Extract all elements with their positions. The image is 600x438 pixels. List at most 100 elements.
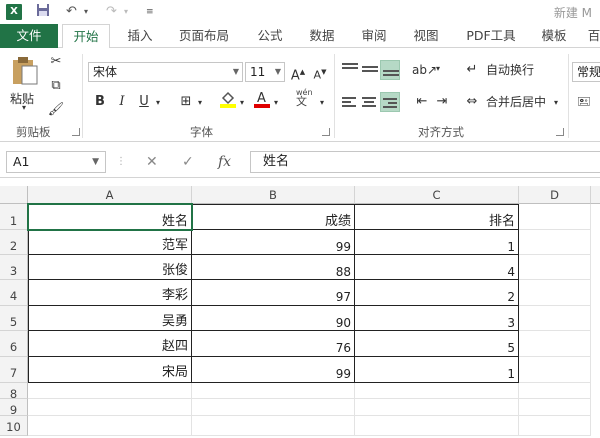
row-header-2[interactable]: 2 <box>0 230 28 255</box>
merge-center-button[interactable]: 合并后居中 <box>486 93 546 111</box>
font-color-dropdown-icon[interactable]: ▾ <box>274 94 278 112</box>
font-name-select[interactable]: 宋体 ▼ <box>88 62 243 82</box>
decrease-indent-icon[interactable]: ⇤ <box>412 92 432 112</box>
align-top-icon[interactable] <box>340 60 360 80</box>
row-header-3[interactable]: 3 <box>0 255 28 280</box>
decrease-font-size-icon[interactable]: A▼ <box>310 62 330 82</box>
cell-d5[interactable] <box>519 306 591 331</box>
column-header-e[interactable] <box>591 186 600 204</box>
redo-icon[interactable]: ↷ <box>106 3 117 21</box>
row-header-8[interactable]: 8 <box>0 383 28 401</box>
wrap-text-icon[interactable]: ↵ <box>462 60 482 80</box>
cell-a3[interactable]: 张俊 <box>28 255 192 280</box>
cell-d9[interactable] <box>519 399 591 416</box>
align-bottom-icon[interactable] <box>380 60 400 80</box>
row-header-10[interactable]: 10 <box>0 416 28 436</box>
cell-a1[interactable]: 姓名 <box>28 204 192 230</box>
cell-b10[interactable] <box>192 416 355 436</box>
cell-b6[interactable]: 76 <box>192 331 355 357</box>
undo-icon[interactable]: ↶ <box>66 3 77 21</box>
cell-a5[interactable]: 吴勇 <box>28 306 192 331</box>
cell-b1[interactable]: 成绩 <box>192 204 355 230</box>
underline-dropdown-icon[interactable]: ▾ <box>156 94 160 112</box>
cell-d1[interactable] <box>519 204 591 230</box>
cell-c6[interactable]: 5 <box>355 331 519 357</box>
tab-review[interactable]: 审阅 <box>352 24 396 48</box>
column-header-a[interactable]: A <box>28 186 192 204</box>
cell-a8[interactable] <box>28 383 192 399</box>
clipboard-launcher-icon[interactable] <box>72 128 80 136</box>
tab-data[interactable]: 数据 <box>300 24 344 48</box>
enter-icon[interactable]: ✓ <box>182 151 194 173</box>
paste-dropdown-icon[interactable]: ▾ <box>22 104 26 112</box>
name-box[interactable]: A1 ▼ <box>6 151 106 173</box>
cell-a4[interactable]: 李彩 <box>28 280 192 306</box>
tab-home[interactable]: 开始 <box>62 24 110 49</box>
align-right-icon[interactable] <box>380 92 400 112</box>
column-header-d[interactable]: D <box>519 186 591 204</box>
font-launcher-icon[interactable] <box>322 128 330 136</box>
bold-button[interactable]: B <box>90 92 110 112</box>
fill-color-icon[interactable] <box>218 90 238 110</box>
cell-c2[interactable]: 1 <box>355 230 519 255</box>
tab-view[interactable]: 视图 <box>404 24 448 48</box>
cell-a2[interactable]: 范军 <box>28 230 192 255</box>
align-middle-icon[interactable] <box>360 60 380 80</box>
align-left-icon[interactable] <box>340 92 360 112</box>
font-size-select[interactable]: 11 ▼ <box>245 62 285 82</box>
orientation-icon[interactable]: ab↗ <box>412 60 437 80</box>
cell-c5[interactable]: 3 <box>355 306 519 331</box>
format-painter-icon[interactable]: 🖌 <box>46 100 66 120</box>
cell-c9[interactable] <box>355 399 519 416</box>
merge-center-dropdown-icon[interactable]: ▾ <box>554 94 558 112</box>
cell-b2[interactable]: 99 <box>192 230 355 255</box>
insert-function-icon[interactable]: fx <box>218 151 231 173</box>
cell-d8[interactable] <box>519 383 591 399</box>
undo-dropdown-icon[interactable]: ▾ <box>84 3 88 21</box>
cell-a10[interactable] <box>28 416 192 436</box>
tab-insert[interactable]: 插入 <box>118 24 162 48</box>
cell-d7[interactable] <box>519 357 591 383</box>
phonetic-dropdown-icon[interactable]: ▾ <box>320 94 324 112</box>
cell-b9[interactable] <box>192 399 355 416</box>
cell-b4[interactable]: 97 <box>192 280 355 306</box>
alignment-launcher-icon[interactable] <box>556 128 564 136</box>
row-header-4[interactable]: 4 <box>0 280 28 306</box>
cell-c8[interactable] <box>355 383 519 399</box>
cell-b5[interactable]: 90 <box>192 306 355 331</box>
cell-a7[interactable]: 宋局 <box>28 357 192 383</box>
cell-d10[interactable] <box>519 416 591 436</box>
align-center-icon[interactable] <box>360 92 380 112</box>
increase-indent-icon[interactable]: ⇥ <box>432 92 452 112</box>
formula-input[interactable]: 姓名 <box>250 151 600 173</box>
cell-c7[interactable]: 1 <box>355 357 519 383</box>
tab-overflow[interactable]: 百 <box>584 24 600 48</box>
paste-button[interactable]: 粘贴 ▾ <box>8 54 42 112</box>
save-icon[interactable] <box>36 3 50 21</box>
cell-c3[interactable]: 4 <box>355 255 519 280</box>
tab-templates[interactable]: 模板 <box>532 24 576 48</box>
italic-button[interactable]: I <box>112 92 132 112</box>
row-header-1[interactable]: 1 <box>0 204 28 230</box>
row-header-6[interactable]: 6 <box>0 331 28 357</box>
borders-icon[interactable]: ⊞ <box>176 92 196 112</box>
cell-b3[interactable]: 88 <box>192 255 355 280</box>
orientation-dropdown-icon[interactable]: ▾ <box>436 60 440 78</box>
phonetic-guide-icon[interactable]: wén 文 <box>296 88 313 107</box>
font-color-icon[interactable]: A <box>252 90 272 110</box>
row-header-9[interactable]: 9 <box>0 399 28 417</box>
tab-page-layout[interactable]: 页面布局 <box>170 24 238 48</box>
increase-font-size-icon[interactable]: A▲ <box>288 62 308 83</box>
row-header-5[interactable]: 5 <box>0 306 28 331</box>
merge-center-icon[interactable]: ⇔ <box>462 92 482 112</box>
select-all-corner[interactable] <box>0 186 28 204</box>
cell-a9[interactable] <box>28 399 192 416</box>
cell-c4[interactable]: 2 <box>355 280 519 306</box>
cell-c1[interactable]: 排名 <box>355 204 519 230</box>
cell-d6[interactable] <box>519 331 591 357</box>
cell-a6[interactable]: 赵四 <box>28 331 192 357</box>
accounting-format-icon[interactable]: 🖭 <box>574 92 594 112</box>
redo-dropdown-icon[interactable]: ▾ <box>124 3 128 21</box>
column-header-b[interactable]: B <box>192 186 355 204</box>
column-header-c[interactable]: C <box>355 186 519 204</box>
